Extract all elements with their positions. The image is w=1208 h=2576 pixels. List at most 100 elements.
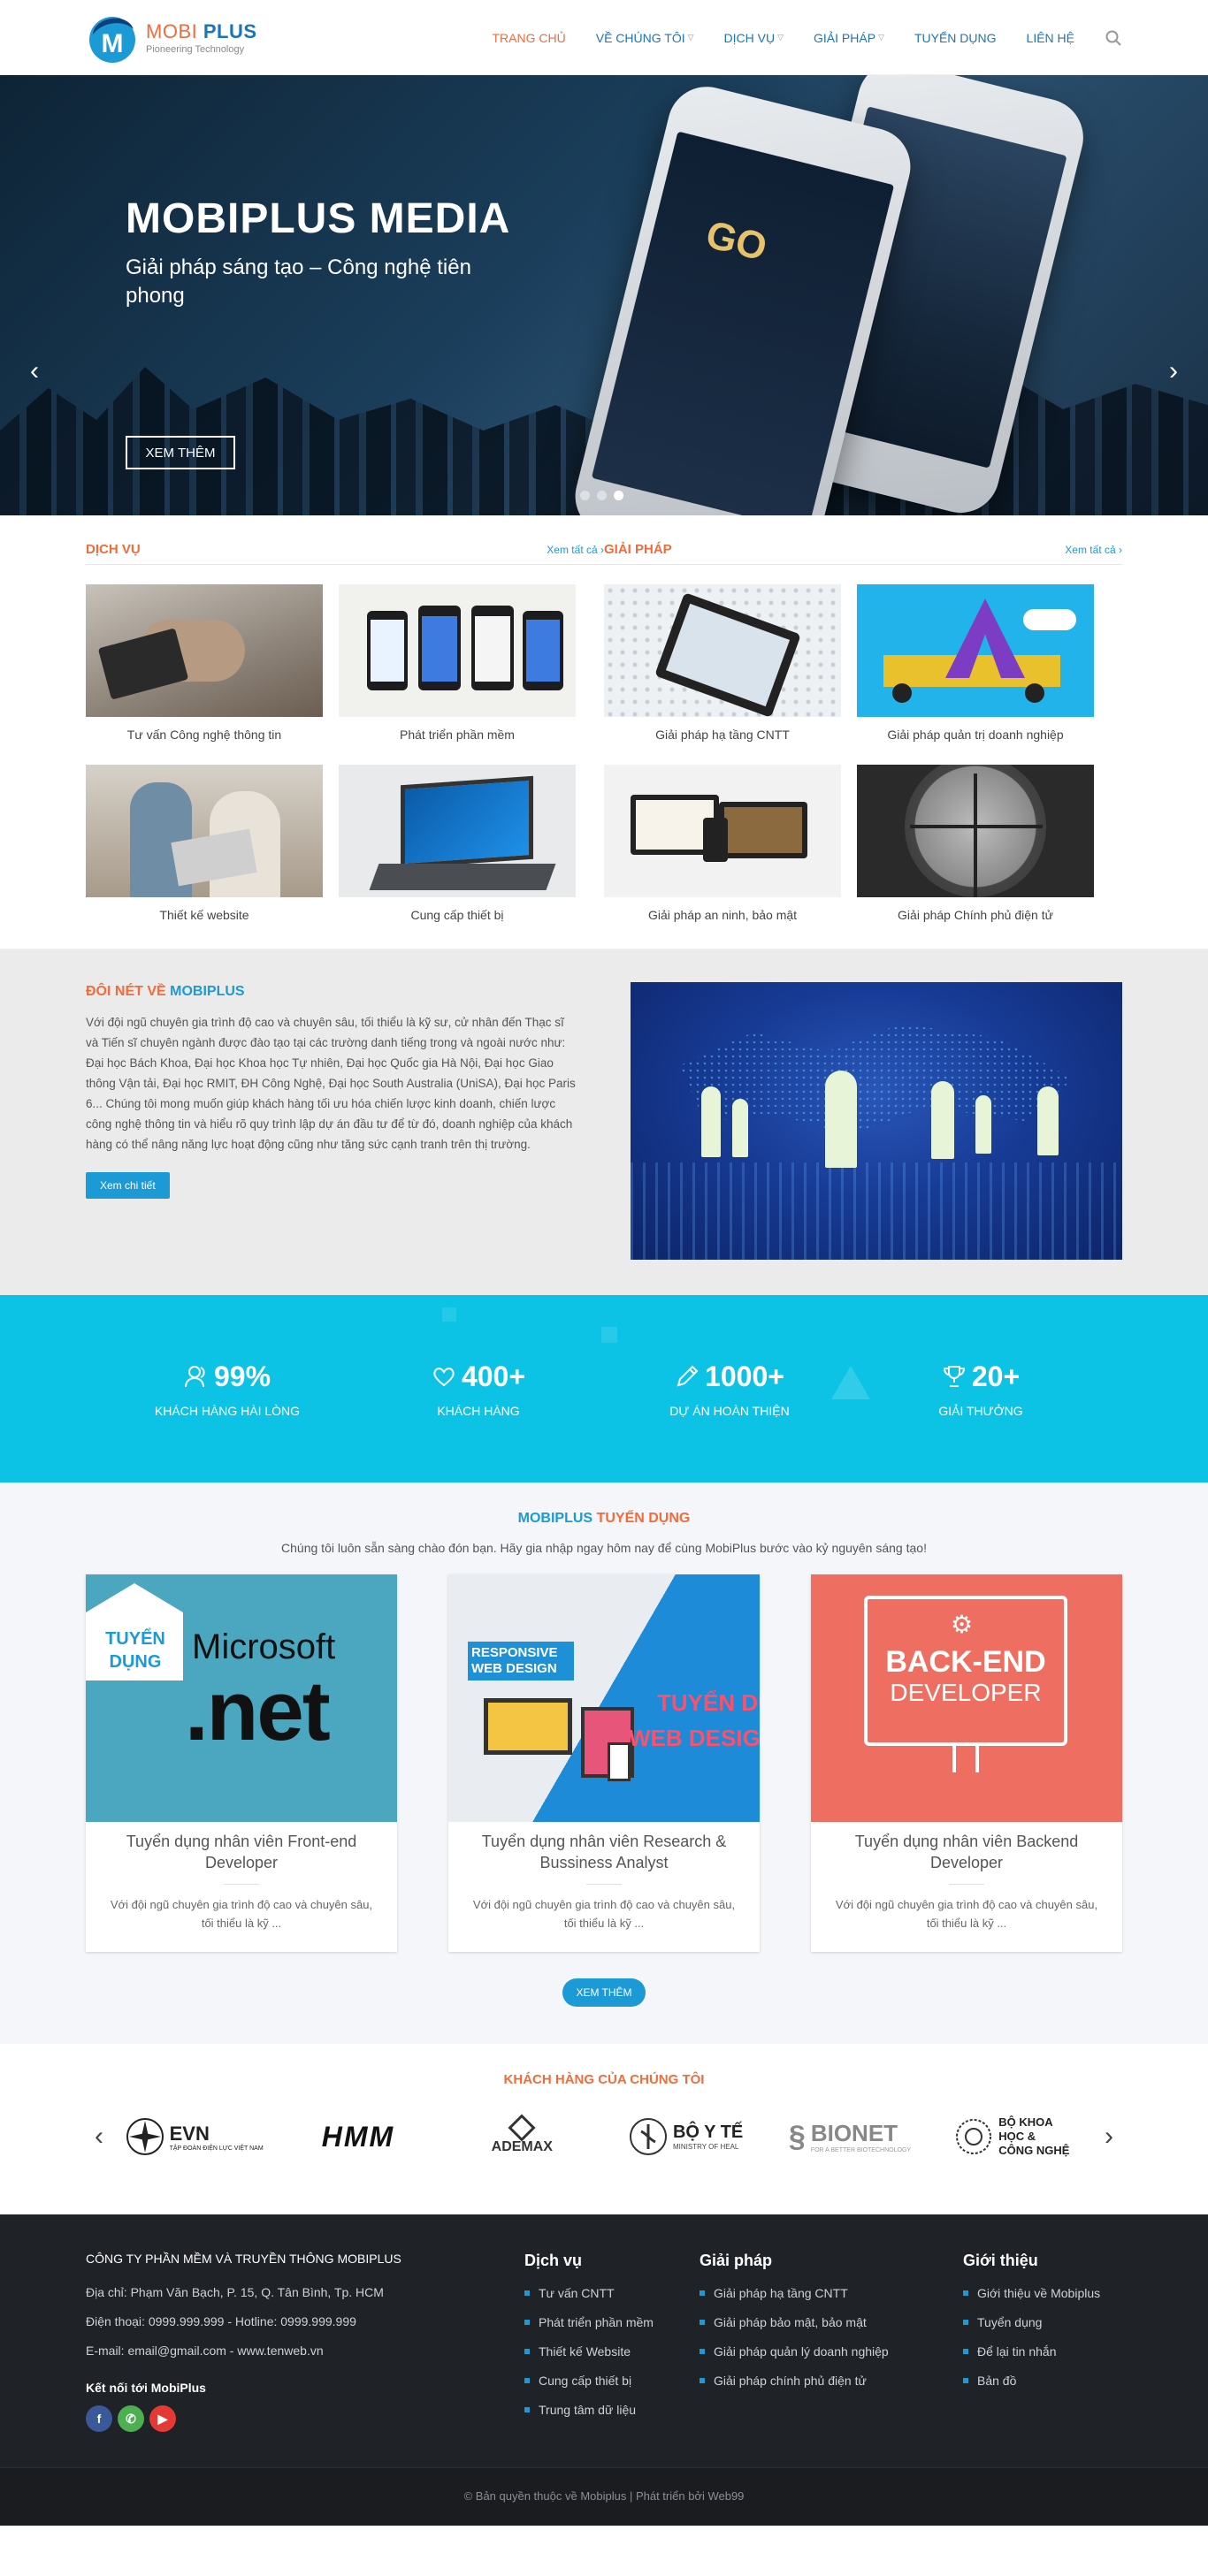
job-card[interactable]: TUYỂN DỤNG Microsoft .net Tuyển dụng nhâ… xyxy=(86,1574,397,1952)
footer-link[interactable]: Giải pháp bảo mật, bảo mật xyxy=(700,2315,963,2329)
hero-slider: GO MOBIPLUS MEDIA Giải pháp sáng tạo – C… xyxy=(0,75,1208,515)
users-icon xyxy=(184,1366,205,1388)
search-icon[interactable] xyxy=(1105,29,1122,47)
footer-link[interactable]: Thiết kế Website xyxy=(524,2344,700,2359)
service-card[interactable]: Cung cấp thiết bị xyxy=(339,765,576,922)
solution-card[interactable]: Giải pháp quản trị doanh nghiệp xyxy=(857,584,1094,742)
nav-item-home[interactable]: TRANG CHỦ xyxy=(493,31,566,45)
recruit-section: MOBIPLUS TUYỂN DỤNG Chúng tôi luôn sẵn s… xyxy=(0,1482,1208,2044)
job-title[interactable]: Tuyển dụng nhân viên Research & Bussines… xyxy=(448,1822,760,1873)
solution-card[interactable]: Giải pháp Chính phủ điện tử xyxy=(857,765,1094,922)
job-image: ⚙ BACK-END DEVELOPER xyxy=(811,1574,1122,1822)
footer-address: Địa chỉ: Phạm Văn Bạch, P. 15, Q. Tân Bì… xyxy=(86,2285,384,2299)
footer-link[interactable]: Để lại tin nhắn xyxy=(963,2344,1122,2359)
client-logo-evn[interactable]: EVN TẬP ĐOÀN ĐIỆN LỰC VIỆT NAM xyxy=(124,2112,265,2161)
client-logo-hmm[interactable]: HMM xyxy=(287,2112,429,2161)
phone-icon[interactable]: ✆ xyxy=(118,2405,144,2432)
slider-dots xyxy=(580,491,623,500)
service-card[interactable]: Tư vấn Công nghệ thông tin xyxy=(86,584,323,742)
nav-item-about[interactable]: VỀ CHÚNG TÔI ▽ xyxy=(596,31,694,45)
services-see-all-link[interactable]: Xem tất cả › xyxy=(547,544,604,556)
solutions-see-all-link[interactable]: Xem tất cả › xyxy=(1065,544,1122,556)
ademax-emblem-icon xyxy=(508,2114,536,2142)
solution-image xyxy=(604,584,841,717)
footer-connect-label: Kết nối tới MobiPlus xyxy=(86,2381,206,2395)
slider-prev-icon[interactable]: ‹ xyxy=(30,356,39,386)
client-logo-bionet[interactable]: § BIONET FOR A BETTER BIOTECHNOLOGY xyxy=(779,2112,921,2161)
service-card[interactable]: Phát triển phần mềm xyxy=(339,584,576,742)
recruit-more-button[interactable]: XEM THÊM xyxy=(562,1978,646,2007)
services-section: DỊCH VỤ Xem tất cả › Tư vấn Công nghệ th… xyxy=(0,515,1208,949)
solution-label: Giải pháp quản trị doanh nghiệp xyxy=(887,728,1064,742)
service-label: Thiết kế website xyxy=(159,908,249,922)
slider-dot[interactable] xyxy=(597,491,607,500)
nav-item-solutions[interactable]: GIẢI PHÁP ▽ xyxy=(814,31,884,45)
slider-dot[interactable] xyxy=(580,491,590,500)
job-image-text: Microsoft xyxy=(192,1627,336,1666)
logo-mark-icon: M xyxy=(89,16,135,63)
hero-more-button[interactable]: XEM THÊM xyxy=(126,436,235,469)
footer-link[interactable]: Cung cấp thiết bị xyxy=(524,2374,700,2388)
footer-col-title: Dịch vụ xyxy=(524,2252,583,2269)
site-logo[interactable]: M MOBI PLUS Pioneering Technology xyxy=(86,11,257,65)
job-image-text: RESPONSIVE WEB DESIGN xyxy=(468,1642,574,1680)
chevron-down-icon: ▽ xyxy=(777,33,784,42)
services-column: DỊCH VỤ Xem tất cả › Tư vấn Công nghệ th… xyxy=(86,542,604,922)
solution-label: Giải pháp an ninh, bảo mật xyxy=(647,908,798,922)
footer-link[interactable]: Bản đồ xyxy=(963,2374,1122,2388)
stats-section: 99% KHÁCH HÀNG HÀI LÒNG 400+ KHÁCH HÀNG … xyxy=(0,1295,1208,1482)
footer-link[interactable]: Giải pháp quản lý doanh nghiệp xyxy=(700,2344,963,2359)
slider-dot-active[interactable] xyxy=(614,491,623,500)
footer-link[interactable]: Giải pháp chính phủ điện tử xyxy=(700,2374,963,2388)
service-card[interactable]: Thiết kế website xyxy=(86,765,323,922)
job-card[interactable]: ⚙ BACK-END DEVELOPER Tuyển dụng nhân viê… xyxy=(811,1574,1122,1952)
clients-section: KHÁCH HÀNG CỦA CHÚNG TÔI ‹ EVN TẬP ĐOÀN Đ… xyxy=(0,2044,1208,2214)
nav-item-services[interactable]: DỊCH VỤ ▽ xyxy=(724,31,784,45)
facebook-icon[interactable]: f xyxy=(86,2405,112,2432)
job-title[interactable]: Tuyển dụng nhân viên Backend Developer xyxy=(811,1822,1122,1873)
job-card[interactable]: RESPONSIVE WEB DESIGN TUYỂN DỤNG WEB DES… xyxy=(448,1574,760,1952)
nav-item-contact[interactable]: LIÊN HỆ xyxy=(1027,31,1074,45)
client-logo-ademax[interactable]: ADEMAX xyxy=(451,2112,593,2161)
main-nav: TRANG CHỦ VỀ CHÚNG TÔI ▽ DỊCH VỤ ▽ GIẢI PH… xyxy=(493,29,1123,47)
client-logo-boyte[interactable]: BỘ Y TẾ MINISTRY OF HEAL xyxy=(615,2112,757,2161)
copyright-bar: © Bản quyền thuộc về Mobiplus | Phát tri… xyxy=(0,2467,1208,2526)
clients-title: KHÁCH HÀNG CỦA CHÚNG TÔI xyxy=(503,2072,705,2087)
job-title[interactable]: Tuyển dụng nhân viên Front-end Developer xyxy=(86,1822,397,1873)
footer-about-column: Giới thiệu Giới thiệu về Mobiplus Tuyển … xyxy=(963,2252,1122,2432)
service-label: Phát triển phần mềm xyxy=(400,728,515,742)
youtube-icon[interactable]: ▶ xyxy=(149,2405,176,2432)
solutions-column: GIẢI PHÁP Xem tất cả › Giải pháp hạ tầng… xyxy=(604,542,1122,922)
job-desc: Với đội ngũ chuyên gia trình độ cao và c… xyxy=(110,1898,373,1930)
footer-link[interactable]: Tuyển dụng xyxy=(963,2315,1122,2329)
solution-label: Giải pháp hạ tầng CNTT xyxy=(655,728,790,742)
solution-image xyxy=(857,584,1094,717)
client-logo-bokhcn[interactable]: BỘ KHOA HỌC & CÔNG NGHỆ xyxy=(943,2112,1084,2161)
heart-icon xyxy=(433,1368,455,1387)
pencil-icon xyxy=(677,1365,699,1387)
footer-link[interactable]: Giới thiệu về Mobiplus xyxy=(963,2286,1122,2300)
job-image-text: .net xyxy=(185,1664,331,1758)
brand-tagline: Pioneering Technology xyxy=(146,44,245,55)
footer-link[interactable]: Phát triển phần mềm xyxy=(524,2315,700,2329)
job-image-text: DEVELOPER xyxy=(890,1679,1042,1706)
job-image-badge: TUYỂN DỤNG xyxy=(105,1629,165,1672)
footer-link[interactable]: Trung tâm dữ liệu xyxy=(524,2403,700,2417)
clients-prev-icon[interactable]: ‹ xyxy=(86,2122,112,2152)
stat-projects: 1000+ DỰ ÁN HOÀN THIỆN xyxy=(669,1360,790,1418)
about-image xyxy=(631,982,1122,1260)
solution-image xyxy=(604,765,841,897)
gear-icon: ⚙ xyxy=(951,1611,974,1638)
solution-card[interactable]: Giải pháp an ninh, bảo mật xyxy=(604,765,841,922)
slider-next-icon[interactable]: › xyxy=(1169,356,1178,386)
about-details-button[interactable]: Xem chi tiết xyxy=(86,1172,170,1199)
footer-col-title: Giới thiệu xyxy=(963,2252,1038,2269)
footer-link[interactable]: Giải pháp hạ tầng CNTT xyxy=(700,2286,963,2300)
solutions-title: GIẢI PHÁP xyxy=(604,542,672,557)
footer-link[interactable]: Tư vấn CNTT xyxy=(524,2286,700,2300)
clients-next-icon[interactable]: › xyxy=(1096,2122,1122,2152)
nav-item-recruit[interactable]: TUYỂN DỤNG xyxy=(914,31,997,45)
solution-card[interactable]: Giải pháp hạ tầng CNTT xyxy=(604,584,841,742)
about-section: ĐÔI NÉT VỀ MOBIPLUS Với đội ngũ chuyên g… xyxy=(0,949,1208,1295)
stat-satisfied: 99% KHÁCH HÀNG HÀI LÒNG xyxy=(154,1360,301,1418)
